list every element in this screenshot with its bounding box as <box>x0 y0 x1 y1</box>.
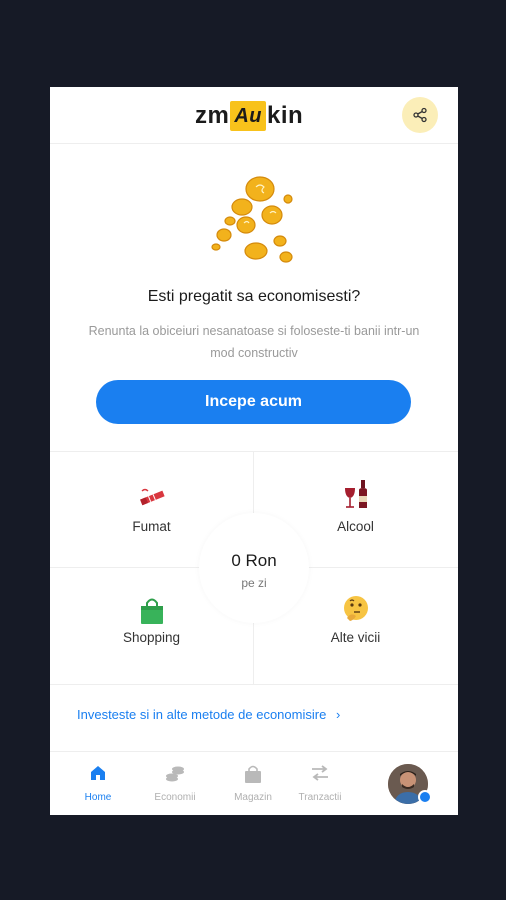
app-logo: zm Au kin <box>195 101 303 131</box>
transfer-arrows-icon <box>312 765 328 781</box>
hero-title: Esti pregatit sa economisesti? <box>147 288 361 305</box>
home-icon <box>91 766 105 780</box>
category-label: Shopping <box>122 630 181 645</box>
hero-description: Renunta la obiceiuri nesanatoase si folo… <box>88 324 420 360</box>
wine-icon <box>344 480 367 508</box>
nav-transactions[interactable]: Tranzactii <box>288 764 352 808</box>
app-screen: zm Au kin Esti pregatit sa economisesti?… <box>50 87 458 815</box>
nav-savings[interactable]: Economii <box>143 764 207 808</box>
nav-label: Tranzactii <box>298 792 342 803</box>
savings-amount: 0 Ron <box>231 551 277 570</box>
nav-home[interactable]: Home <box>66 764 130 808</box>
logo-text-left: zm <box>195 102 230 129</box>
chevron-right-icon: › <box>335 707 341 722</box>
share-button[interactable] <box>402 97 438 133</box>
cigarette-icon <box>139 488 165 506</box>
nav-label: Magazin <box>234 792 272 803</box>
nav-label: Home <box>84 792 112 803</box>
category-label: Alte vicii <box>330 630 381 645</box>
invest-link[interactable]: Investeste si in alte metode de economis… <box>77 707 340 722</box>
daily-savings-circle: 0 Ron pe zi <box>199 513 309 623</box>
savings-period: pe zi <box>241 576 267 590</box>
shopping-bag-icon <box>140 598 163 624</box>
start-now-button[interactable]: Incepe acum <box>96 380 411 424</box>
logo-text-au: Au <box>230 101 267 131</box>
coins-icon <box>166 766 184 782</box>
invest-link-label: Investeste si in alte metode de economis… <box>77 707 327 722</box>
profile-badge-icon <box>418 790 432 804</box>
thinking-face-icon <box>343 596 368 621</box>
nav-label: Economii <box>154 792 196 803</box>
logo-text-right: kin <box>267 102 304 129</box>
app-header: zm Au kin <box>50 87 458 144</box>
share-icon <box>413 107 427 123</box>
nav-shop[interactable]: Magazin <box>221 764 285 808</box>
shop-bag-icon <box>245 765 261 783</box>
gold-coins-illustration <box>211 176 293 263</box>
